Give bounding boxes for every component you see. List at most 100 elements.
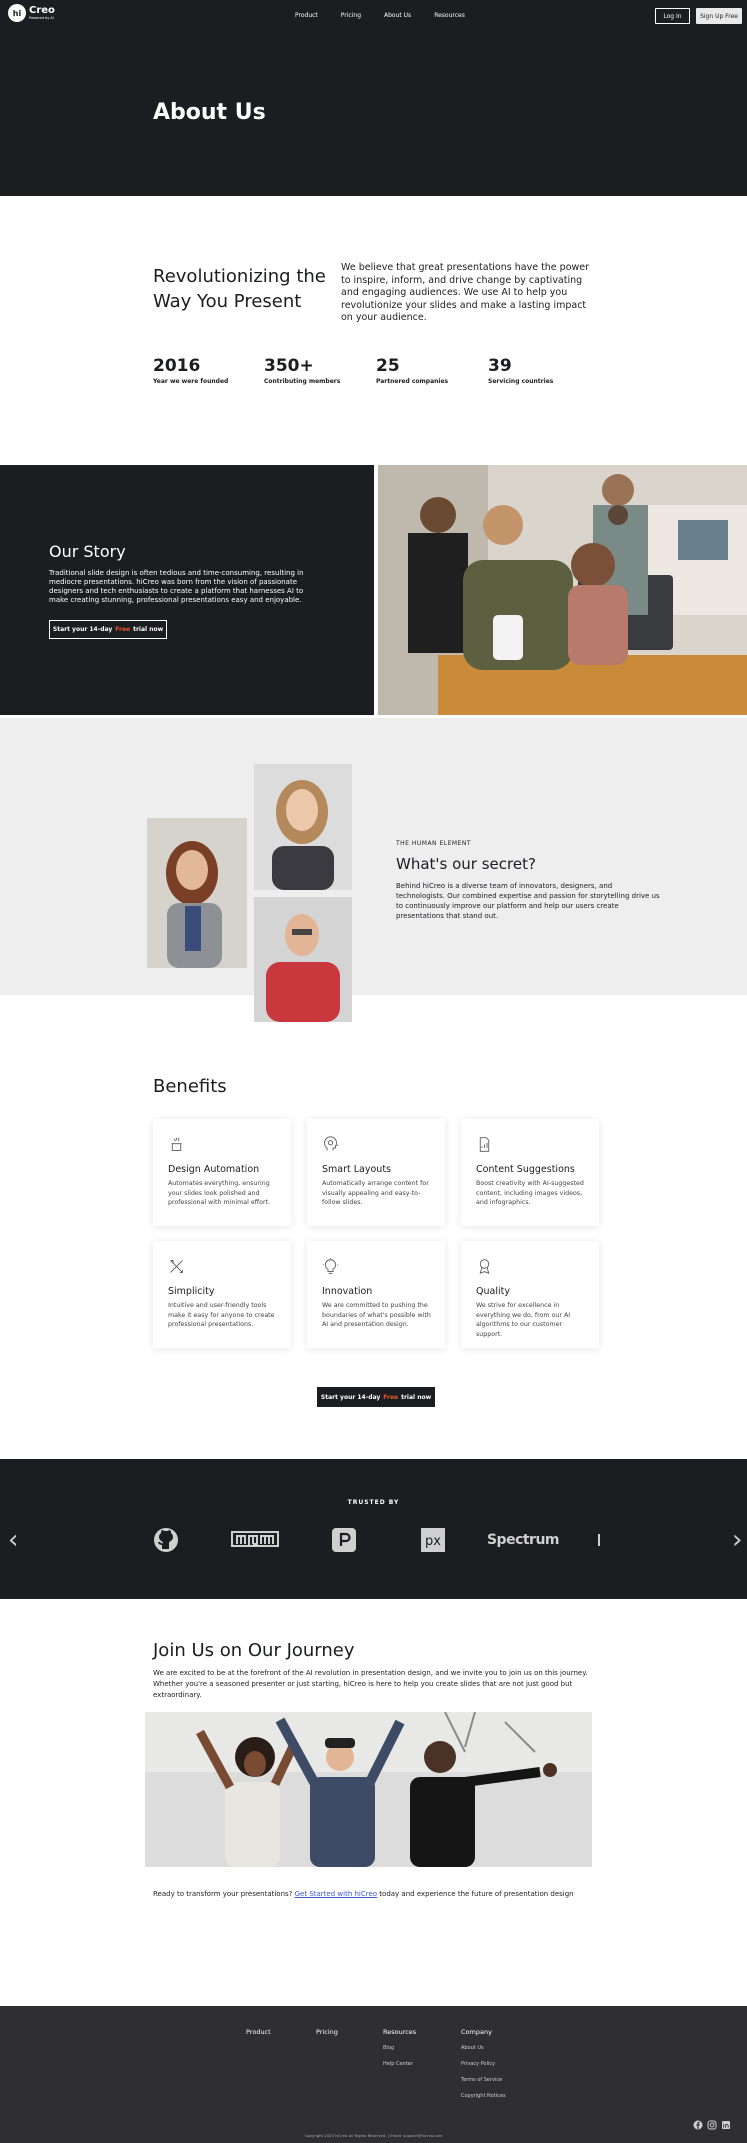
benefit-title: Quality [476, 1286, 510, 1297]
footer-col-company: Company About Us Privacy Policy Terms of… [461, 2028, 506, 2109]
benefits-trial-button[interactable]: Start your 14-day Free trial now [317, 1387, 435, 1407]
login-button[interactable]: Log In [655, 8, 690, 24]
benefit-text: Intuitive and user-friendly tools make i… [168, 1302, 275, 1328]
stat-value: 39 [488, 356, 512, 376]
cta-text: today and experience the future of prese… [379, 1890, 574, 1898]
secret-eyebrow: THE HUMAN ELEMENT [396, 840, 472, 847]
trial-free-word: Free [383, 1393, 399, 1401]
producthunt-logo-icon [330, 1527, 358, 1553]
stat-value: 350+ [264, 356, 314, 376]
story-text: Traditional slide design is often tediou… [49, 569, 304, 604]
stat-members: 350+ Contributing members [264, 356, 340, 385]
cta-line: Ready to transform your presentations? G… [153, 1890, 574, 1898]
join-text: We are excited to be at the forefront of… [153, 1669, 588, 1699]
trial-free-word: Free [115, 626, 131, 633]
trial-text: Start your 14-day [320, 1393, 381, 1401]
team-portrait-woman-1 [147, 818, 247, 968]
footer-link-about-us[interactable]: About Us [461, 2045, 506, 2051]
team-portrait-woman-2 [254, 764, 352, 890]
cta-text: Ready to transform your presentations? [153, 1890, 293, 1898]
carousel-next-icon[interactable]: › [732, 1527, 742, 1553]
benefit-title: Content Suggestions [476, 1164, 575, 1175]
benefit-text: Automatically arrange content for visual… [322, 1180, 429, 1206]
pixelapse-logo-icon: px [419, 1527, 447, 1553]
footer-link-help-center[interactable]: Help Center [383, 2061, 416, 2067]
footer-link-pricing[interactable]: Pricing [316, 2028, 338, 2036]
trusted-section [0, 1459, 747, 1599]
trial-text: trial now [401, 1393, 432, 1401]
partial-logo-icon [597, 1527, 601, 1553]
facebook-icon[interactable] [693, 2120, 703, 2130]
stat-value: 25 [376, 356, 400, 376]
benefit-text: We are committed to pushing the boundari… [322, 1302, 431, 1328]
logo[interactable]: hi Creo Powered by AI [8, 4, 55, 22]
story-title: Our Story [49, 542, 126, 561]
story-trial-button[interactable]: Start your 14-day Free trial now [49, 620, 167, 639]
footer-col-resources: Resources Blog Help Center [383, 2028, 416, 2077]
footer-link-product[interactable]: Product [246, 2028, 271, 2036]
footer-heading-resources[interactable]: Resources [383, 2028, 416, 2036]
logo-mark: hi [8, 4, 26, 22]
nav-about-us[interactable]: About Us [384, 12, 411, 19]
logo-subtitle: Powered by AI [29, 15, 54, 20]
award-icon [479, 1259, 490, 1275]
spectrum-logo: Spectrum [486, 1532, 560, 1548]
benefit-title: Simplicity [168, 1286, 215, 1297]
benefit-card: Innovation We are committed to pushing t… [307, 1241, 445, 1348]
magic-hat-icon [171, 1137, 182, 1151]
benefit-title: Smart Layouts [322, 1164, 392, 1175]
instagram-icon[interactable] [707, 2120, 717, 2130]
benefit-card: Smart Layouts Automatically arrange cont… [307, 1119, 445, 1226]
join-title: Join Us on Our Journey [153, 1640, 355, 1661]
intro-text: We believe that great presentations have… [341, 262, 590, 323]
copyright: Copyright 2023 hiCreo All Rights Reserve… [304, 2133, 443, 2138]
trial-text: Start your 14-day [52, 626, 113, 633]
logo-name: Creo [29, 4, 55, 16]
team-photo [378, 465, 747, 715]
page-title: About Us [153, 100, 266, 125]
stat-label: Year we were founded [153, 378, 229, 385]
signup-button[interactable]: Sign Up Free [696, 8, 742, 24]
secret-section [0, 718, 747, 995]
npm-logo-icon [231, 1527, 279, 1553]
celebration-photo [145, 1712, 592, 1867]
linkedin-icon[interactable] [721, 2120, 731, 2130]
benefit-card: Simplicity Intuitive and user-friendly t… [153, 1241, 291, 1348]
benefit-text: Boost creativity with AI-suggested conte… [476, 1180, 584, 1206]
nav-resources[interactable]: Resources [434, 12, 465, 19]
github-logo-icon [152, 1527, 180, 1553]
footer-heading-company[interactable]: Company [461, 2028, 506, 2036]
get-started-link[interactable]: Get Started with hiCreo [295, 1890, 377, 1898]
stat-value: 2016 [153, 356, 201, 376]
main-nav: Product Pricing About Us Resources [295, 12, 488, 19]
brain-head-icon [324, 1136, 338, 1151]
carousel-prev-icon[interactable]: ‹ [8, 1527, 18, 1553]
stat-countries: 39 Servicing countries [488, 356, 553, 385]
trusted-title: TRUSTED BY [347, 1499, 400, 1506]
benefits-title: Benefits [153, 1076, 227, 1097]
trial-text: trial now [133, 626, 164, 633]
footer [0, 2006, 747, 2143]
benefit-card: Quality We strive for excellence in ever… [461, 1241, 599, 1348]
nav-product[interactable]: Product [295, 12, 318, 19]
footer-link-blog[interactable]: Blog [383, 2045, 416, 2051]
stat-label: Partnered companies [376, 378, 449, 385]
stat-label: Contributing members [264, 378, 341, 385]
benefit-title: Design Automation [168, 1164, 260, 1175]
lightbulb-icon [322, 1258, 339, 1274]
footer-link-privacy[interactable]: Privacy Policy [461, 2061, 506, 2067]
benefit-title: Innovation [322, 1286, 373, 1297]
footer-col-pricing: Pricing [316, 2028, 338, 2045]
benefit-text: We strive for excellence in everything w… [476, 1302, 571, 1338]
nav-pricing[interactable]: Pricing [341, 12, 361, 19]
stat-companies: 25 Partnered companies [376, 356, 448, 385]
benefit-card: Content Suggestions Boost creativity wit… [461, 1119, 599, 1226]
stat-founded: 2016 Year we were founded [153, 356, 228, 385]
secret-title: What's our secret? [396, 855, 536, 873]
social-links [693, 2120, 731, 2130]
hero-section [0, 0, 747, 196]
secret-text: Behind hiCreo is a diverse team of innov… [396, 882, 660, 920]
svg-text:px: px [425, 1534, 441, 1549]
footer-link-copyright[interactable]: Copyright Notices [461, 2093, 506, 2099]
footer-link-terms[interactable]: Terms of Service [461, 2077, 506, 2083]
